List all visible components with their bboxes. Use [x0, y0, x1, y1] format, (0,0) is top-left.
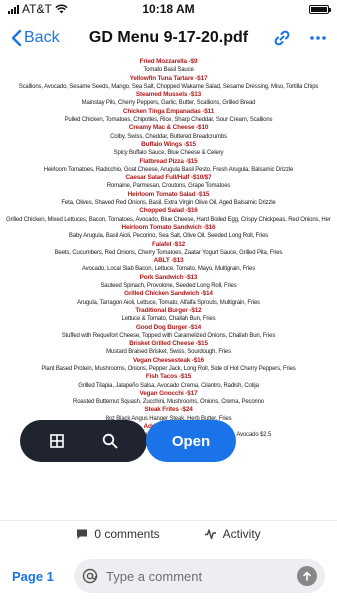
menu-item-description: Plant Based Protein, Mushrooms, Onions, …: [41, 365, 296, 372]
comment-box[interactable]: [74, 559, 325, 593]
menu-item-heading: Steak Frites -$24: [144, 406, 193, 414]
menu-item-description: Sauteed Spinach, Provolone, Seeded Long …: [100, 283, 237, 290]
open-button[interactable]: Open: [146, 420, 236, 462]
menu-item-heading: Steamed Mussels -$13: [135, 91, 202, 99]
menu-item-description: Roasted Butternut Squash, Zucchini, Mush…: [73, 399, 264, 406]
menu-item-heading: Traditional Burger -$12: [135, 306, 202, 314]
at-mention-icon[interactable]: [82, 568, 98, 584]
menu-item-description: Romaine, Parmesan, Croutons, Grape Tomat…: [106, 183, 231, 190]
menu-item-description: Colby, Swiss, Cheddar, Buttered Breadcru…: [110, 133, 227, 140]
arrow-up-icon: [303, 571, 311, 581]
search-icon: [103, 433, 118, 449]
menu-item-heading: Vegan Cheesesteak -$16: [133, 356, 204, 364]
grid-view-button[interactable]: [37, 425, 77, 457]
status-left: AT&T: [8, 2, 68, 16]
menu-item-heading: Good Dog Burger -$14: [135, 323, 202, 331]
comment-input[interactable]: [106, 568, 289, 584]
menu-item-heading: Creamy Mac & Cheese -$10: [128, 124, 209, 132]
grid-icon: [49, 434, 64, 448]
carrier-label: AT&T: [22, 2, 52, 16]
menu-item-description: Grilled Tilapia, Jalapeño Salsa, Avocado…: [78, 382, 259, 389]
menu-item-heading: Fish Tacos -$15: [145, 373, 192, 381]
menu-item-heading: Flatbread Pizza -$15: [139, 157, 198, 165]
menu-item-heading: Pork Sandwich -$13: [139, 273, 198, 281]
status-right: [309, 4, 331, 14]
page-indicator[interactable]: Page 1: [12, 569, 64, 584]
search-button[interactable]: [90, 425, 130, 457]
menu-item-heading: Chicken Tinga Empanadas -$11: [122, 107, 215, 115]
comments-count[interactable]: 0 comments: [76, 526, 160, 541]
menu-item-heading: ABLT -$13: [153, 257, 184, 265]
menu-item-description: Spicy Buffalo Sauce, Blue Cheese & Celer…: [113, 150, 224, 157]
menu-item-description: Arugula, Tarragon Aioli, Lettuce, Tomato…: [77, 299, 260, 306]
menu-item-description: Scallions, Avocado, Sesame Seeds, Mango,…: [18, 83, 319, 90]
back-button[interactable]: Back: [10, 29, 60, 47]
menu-item-description: Pulled Chicken, Tomatoes, Chipotles, Ric…: [64, 117, 273, 124]
chevron-left-icon: [11, 29, 22, 47]
menu-item-heading: Grilled Chicken Sandwich -$14: [124, 290, 213, 298]
document-title: GD Menu 9-17-20.pdf: [88, 29, 249, 46]
battery-icon: [309, 4, 331, 14]
menu-item-description: Lettuce & Tomato, Challah Bun, Fries: [121, 316, 216, 323]
floating-toolbar: [20, 420, 147, 462]
comments-activity-row: 0 comments Activity: [0, 520, 337, 546]
menu-item-description: Baby Arugula, Basil Aioli, Pecorino, Sea…: [68, 233, 269, 240]
menu-item-heading: Fried Mozzarella -$9: [139, 58, 198, 65]
menu-item-heading: Yellowfin Tuna Tartare -$17: [129, 74, 208, 82]
bottom-bar: Page 1: [0, 556, 337, 596]
nav-bar: Back GD Menu 9-17-20.pdf: [0, 18, 337, 58]
menu-item-description: Stuffed with Requefort Cheese, Topped wi…: [61, 332, 276, 339]
comments-label: 0 comments: [94, 526, 160, 541]
menu-text: Fried Mozzarella -$9 Tomato Basil Sauce Ye…: [0, 58, 337, 440]
menu-item-heading: Vegan Gnocchi -$17: [139, 389, 198, 397]
activity-button[interactable]: Activity: [204, 527, 261, 541]
menu-item-heading: Chopped Salad -$16: [139, 207, 198, 215]
menu-item-description: Beets, Cucumbers, Red Onions, Cherry Tom…: [54, 249, 283, 256]
comment-icon: [77, 529, 88, 539]
menu-item-heading: Falafel -$12: [151, 240, 185, 248]
wifi-icon: [55, 4, 68, 14]
nav-actions: [273, 29, 327, 47]
menu-item-heading: Caesar Salad Full/Half -$10/$7: [125, 174, 212, 182]
menu-item-heading: Heirloom Tomato Sandwich -$16: [121, 223, 216, 231]
menu-item-heading: Buffalo Wings -$15: [141, 140, 196, 148]
status-time: 10:18 AM: [142, 2, 195, 16]
activity-label: Activity: [222, 526, 261, 541]
menu-item-description: Mainstay Pils, Cherry Peppers, Garlic, B…: [81, 100, 256, 107]
activity-icon: [204, 528, 216, 539]
more-icon[interactable]: [309, 35, 327, 41]
link-icon[interactable]: [273, 29, 291, 47]
back-label: Back: [24, 29, 60, 46]
menu-item-description: Heirloom Tomatoes, Radicchio, Goat Chees…: [43, 166, 294, 173]
menu-item-description: Avocado, Local Slab Bacon, Lettuce, Toma…: [81, 266, 256, 273]
menu-item-heading: Brisket Grilled Cheese -$15: [129, 340, 208, 348]
menu-item-description: Tomato Basil Sauce: [143, 67, 194, 74]
menu-item-description: Mustard Braised Brisket, Swiss, Sourdoug…: [106, 349, 231, 356]
menu-item-heading: Heirloom Tomato Salad -$15: [127, 190, 210, 198]
status-bar: AT&T 10:18 AM: [0, 0, 337, 18]
send-button[interactable]: [297, 566, 317, 586]
menu-item-description: Feta, Olives, Shaved Red Onions, Basil, …: [61, 200, 276, 207]
signal-icon: [8, 4, 19, 14]
menu-item-description: Grilled Chicken, Mixed Lettuces, Bacon, …: [6, 216, 331, 223]
